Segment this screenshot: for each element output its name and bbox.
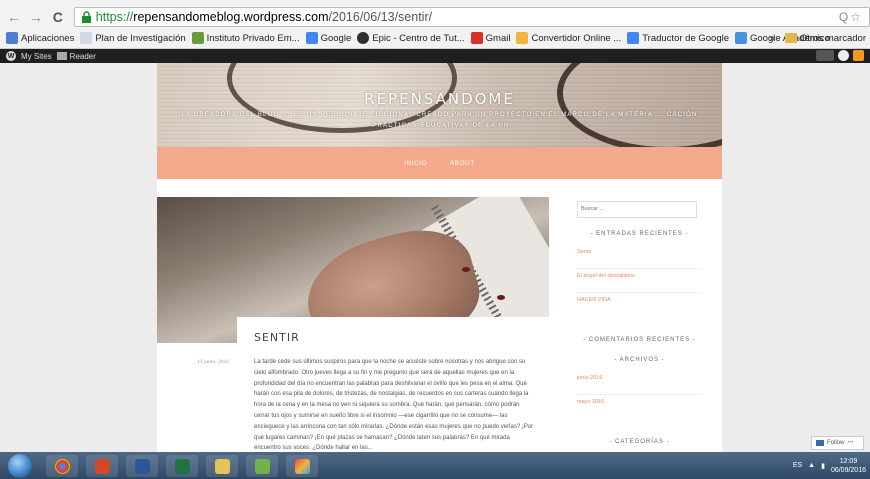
site-description: LA CREADORA DEL BLOG ... ES UN PERSONAJE… (181, 112, 698, 129)
url-path: /2016/06/13/sentir/ (328, 10, 433, 24)
language-indicator[interactable]: ES (793, 462, 802, 469)
recent-entry-link[interactable]: Sentir (577, 247, 702, 269)
menu-item-about[interactable]: ABOUT (450, 160, 475, 167)
site-header: REPENSANDOME LA CREADORA DEL BLOG ... ES… (157, 63, 722, 147)
more-bookmarks-button[interactable]: » (770, 33, 775, 44)
start-button[interactable] (8, 454, 32, 478)
reader-icon (56, 52, 67, 60)
admin-bar-right (816, 50, 864, 61)
powerpoint-icon (94, 458, 110, 474)
bookmark-apps[interactable]: Aplicaciones (6, 32, 74, 44)
archives-title: - ARCHIVOS - (614, 356, 665, 363)
word-icon (134, 458, 150, 474)
bookmark-plan-investigacion[interactable]: Plan de Investigación (80, 32, 186, 44)
bookmark-convertidor[interactable]: Convertidor Online ... (516, 32, 621, 44)
taskbar-chrome[interactable] (46, 455, 78, 477)
menu-item-inicio[interactable]: INICIO (404, 160, 427, 167)
address-bar[interactable]: https://repensandomeblog.wordpress.com/2… (73, 7, 870, 27)
convertidor-icon (516, 32, 529, 44)
lock-icon (81, 11, 91, 23)
site-title[interactable]: REPENSANDOME (157, 90, 722, 108)
google-icon (305, 32, 318, 44)
bookmark-instituto[interactable]: Instituto Privado Em... (191, 32, 300, 44)
post-title[interactable]: SENTIR (254, 331, 300, 344)
network-icon[interactable]: ▮ (821, 462, 825, 470)
bookmark-gmail[interactable]: Gmail (470, 32, 510, 44)
notifications-icon[interactable] (853, 50, 864, 61)
taskbar-excel[interactable] (166, 455, 198, 477)
scholar-icon (735, 32, 747, 44)
taskbar-paint[interactable] (286, 455, 318, 477)
my-sites-link[interactable]: My Sites (21, 52, 52, 61)
other-bookmarks[interactable]: Otros marcador (800, 33, 866, 44)
main-menu: INICIO · ABOUT (157, 147, 722, 179)
recent-entries-title: - ENTRADAS RECIENTES - (590, 230, 689, 237)
recent-entry-link[interactable]: El ángel del apocalipsis (577, 271, 702, 293)
star-icon[interactable]: Q☆ (839, 10, 863, 24)
translate-icon (627, 32, 640, 44)
blog-page: REPENSANDOME LA CREADORA DEL BLOG ... ES… (157, 63, 722, 458)
windows-taskbar: ES ▲ ▮ 12:09 06/09/2016 (0, 452, 870, 479)
apps-icon (6, 32, 18, 44)
folder-icon (214, 458, 230, 474)
follow-icon (816, 440, 824, 446)
bookmarks-overflow: » Otros marcador (770, 29, 866, 47)
archive-link[interactable]: junio 2016 (577, 373, 702, 395)
avatar[interactable] (838, 50, 849, 61)
sidebar: - ENTRADAS RECIENTES - Sentir El ángel d… (577, 197, 702, 455)
taskbar-powerpoint[interactable] (86, 455, 118, 477)
search-input[interactable] (577, 200, 697, 218)
reader-link[interactable]: Reader (56, 52, 96, 61)
fingernail (497, 295, 505, 300)
url-host: repensandomeblog.wordpress.com (133, 10, 329, 24)
bookmark-traductor[interactable]: Traductor de Google (627, 32, 729, 44)
recent-comments-title: - COMENTARIOS RECIENTES - (583, 336, 696, 343)
back-icon[interactable]: ← (6, 9, 22, 25)
clock[interactable]: 12:09 06/09/2016 (831, 457, 866, 475)
bookmark-epic[interactable]: Epic - Centro de Tut... (357, 32, 465, 44)
taskbar-word[interactable] (126, 455, 158, 477)
post-date[interactable]: 13 junio, 2016 (197, 359, 229, 365)
follow-button[interactable]: Follow ••• (811, 436, 864, 450)
recent-entry-link[interactable]: HACER VIDA (577, 295, 702, 317)
wordpress-icon[interactable]: W (6, 51, 16, 61)
taskbar-app[interactable] (246, 455, 278, 477)
bookmarks-bar: Aplicaciones Plan de Investigación Insti… (0, 29, 870, 47)
tray-arrow-icon[interactable]: ▲ (808, 462, 815, 469)
bookmark-google[interactable]: Google (305, 32, 351, 44)
categories-title: - CATEGORÍAS - (609, 438, 670, 445)
post-card: SENTIR La tarde cede sus últimos suspiro… (237, 317, 549, 458)
menu-separator: · (437, 159, 440, 167)
epic-icon (357, 32, 370, 44)
write-icon[interactable] (816, 50, 834, 61)
paint-icon (294, 458, 310, 474)
url-scheme: https:// (95, 10, 134, 24)
page-icon (80, 32, 93, 44)
excel-icon (174, 458, 190, 474)
system-tray: ES ▲ ▮ 12:09 06/09/2016 (793, 452, 866, 479)
archive-link[interactable]: mayo 2016 (577, 397, 702, 419)
instituto-icon (191, 32, 204, 44)
app-icon (254, 458, 270, 474)
navigation-row: ← → C https://repensandomeblog.wordpress… (0, 6, 870, 28)
chrome-icon (54, 458, 70, 474)
reload-icon[interactable]: C (50, 9, 66, 25)
gmail-icon (470, 32, 483, 44)
folder-icon (785, 33, 797, 43)
browser-chrome: ← → C https://repensandomeblog.wordpress… (0, 0, 870, 49)
wp-admin-bar: W My Sites Reader (0, 49, 870, 63)
taskbar-explorer[interactable] (206, 455, 238, 477)
fingernail (462, 267, 470, 272)
post-body: La tarde cede sus últimos suspiros para … (254, 359, 534, 452)
forward-icon[interactable]: → (28, 9, 44, 25)
